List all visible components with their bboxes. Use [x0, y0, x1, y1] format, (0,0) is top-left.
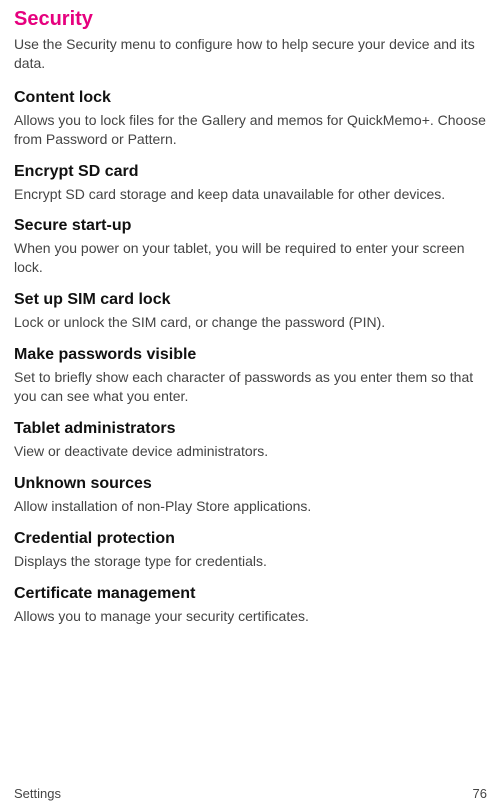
section-secure-start-up: Secure start-up When you power on your t…: [14, 217, 487, 277]
section-make-passwords-visible: Make passwords visible Set to briefly sh…: [14, 346, 487, 406]
section-body: Allows you to manage your security certi…: [14, 607, 487, 626]
section-heading: Tablet administrators: [14, 420, 487, 438]
section-heading: Encrypt SD card: [14, 163, 487, 181]
section-body: Allows you to lock files for the Gallery…: [14, 111, 487, 149]
section-heading: Set up SIM card lock: [14, 291, 487, 309]
section-heading: Content lock: [14, 89, 487, 107]
section-heading: Make passwords visible: [14, 346, 487, 364]
page-content: Security Use the Security menu to config…: [0, 0, 501, 625]
section-heading: Certificate management: [14, 585, 487, 603]
section-credential-protection: Credential protection Displays the stora…: [14, 530, 487, 571]
page-description: Use the Security menu to configure how t…: [14, 35, 487, 73]
section-tablet-administrators: Tablet administrators View or deactivate…: [14, 420, 487, 461]
footer-page-number: 76: [473, 786, 487, 801]
section-body: Encrypt SD card storage and keep data un…: [14, 185, 487, 204]
section-encrypt-sd-card: Encrypt SD card Encrypt SD card storage …: [14, 163, 487, 204]
section-body: When you power on your tablet, you will …: [14, 239, 487, 277]
section-certificate-management: Certificate management Allows you to man…: [14, 585, 487, 626]
section-set-up-sim-card-lock: Set up SIM card lock Lock or unlock the …: [14, 291, 487, 332]
section-heading: Credential protection: [14, 530, 487, 548]
page-footer: Settings 76: [14, 786, 487, 801]
section-body: Allow installation of non-Play Store app…: [14, 497, 487, 516]
section-unknown-sources: Unknown sources Allow installation of no…: [14, 475, 487, 516]
section-body: Displays the storage type for credential…: [14, 552, 487, 571]
section-body: View or deactivate device administrators…: [14, 442, 487, 461]
section-content-lock: Content lock Allows you to lock files fo…: [14, 89, 487, 149]
section-body: Set to briefly show each character of pa…: [14, 368, 487, 406]
page-title: Security: [14, 8, 487, 31]
section-heading: Secure start-up: [14, 217, 487, 235]
section-heading: Unknown sources: [14, 475, 487, 493]
section-body: Lock or unlock the SIM card, or change t…: [14, 313, 487, 332]
footer-section-name: Settings: [14, 786, 61, 801]
